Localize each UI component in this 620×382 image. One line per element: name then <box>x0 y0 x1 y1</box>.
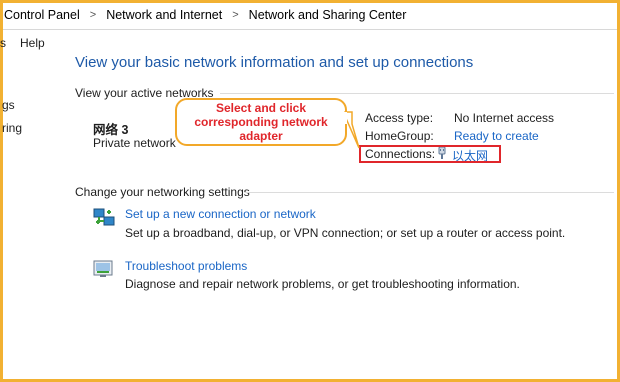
network-type: Private network <box>93 136 176 150</box>
troubleshoot-problems-description: Diagnose and repair network problems, or… <box>125 277 520 291</box>
breadcrumb: Control Panel > Network and Internet > N… <box>0 3 620 27</box>
setup-new-connection-link[interactable]: Set up a new connection or network <box>125 207 316 221</box>
sidebar-item-advanced-sharing[interactable]: ring <box>2 121 22 135</box>
page-title: View your basic network information and … <box>75 54 474 71</box>
access-type-label: Access type: <box>365 111 434 125</box>
address-divider <box>3 29 617 30</box>
breadcrumb-network-and-sharing-center[interactable]: Network and Sharing Center <box>245 8 411 22</box>
annotation-line-2: corresponding network <box>194 115 328 129</box>
annotation-line-1: Select and click <box>215 101 307 115</box>
menu-bar: s Help <box>0 33 59 53</box>
breadcrumb-separator-icon: > <box>232 9 239 21</box>
change-settings-heading: Change your networking settings <box>75 185 250 199</box>
setup-new-connection-description: Set up a broadband, dial-up, or VPN conn… <box>125 226 566 240</box>
troubleshoot-icon <box>93 259 113 279</box>
breadcrumb-control-panel[interactable]: Control Panel <box>0 8 84 22</box>
troubleshoot-problems-link[interactable]: Troubleshoot problems <box>125 259 247 273</box>
menu-item-partial[interactable]: s <box>0 36 6 50</box>
network-setup-icon <box>93 206 115 226</box>
breadcrumb-network-and-internet[interactable]: Network and Internet <box>102 8 226 22</box>
connection-highlight-box <box>359 145 501 163</box>
homegroup-label: HomeGroup: <box>365 129 434 143</box>
access-type-value: No Internet access <box>454 111 555 125</box>
homegroup-link[interactable]: Ready to create <box>454 129 539 143</box>
sidebar-item-change-adapter-settings[interactable]: gs <box>2 98 15 112</box>
menu-item-help[interactable]: Help <box>20 36 45 50</box>
annotation-text: Select and click corresponding network a… <box>175 101 347 143</box>
annotation-line-3: adapter <box>239 129 283 143</box>
section-divider <box>245 192 614 193</box>
breadcrumb-separator-icon: > <box>89 9 97 21</box>
section-divider <box>220 93 614 94</box>
